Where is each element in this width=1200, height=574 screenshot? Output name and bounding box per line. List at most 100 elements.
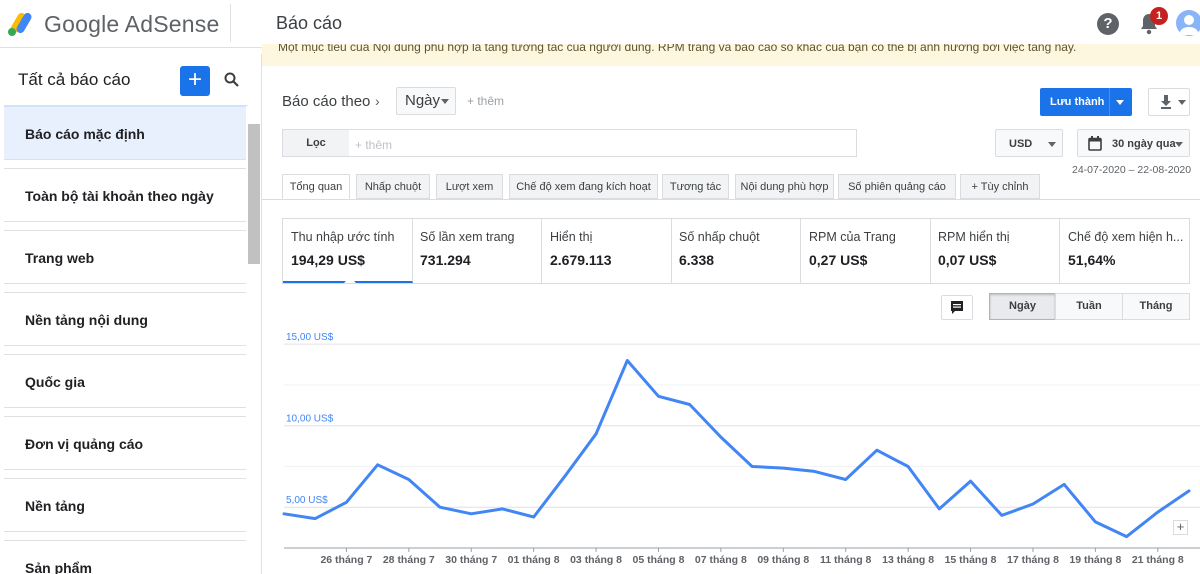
tab-clicks[interactable]: Nhấp chuột (356, 174, 430, 199)
notification-badge: 1 (1150, 7, 1168, 25)
data-point (688, 403, 691, 406)
metric-value: 194,29 US$ (291, 252, 365, 268)
period-week-button[interactable]: Tuần (1055, 293, 1123, 320)
x-tick-label: 30 tháng 7 (445, 554, 497, 566)
selected-notch (344, 277, 356, 283)
series-line (282, 359, 1191, 539)
metric-impressions[interactable]: Hiển thị 2.679.113 (542, 219, 672, 283)
data-point (1031, 502, 1035, 506)
metric-label: RPM của Trang (809, 230, 896, 244)
chevron-down-icon[interactable] (1116, 100, 1124, 105)
data-point (1094, 520, 1097, 524)
x-tick-label: 26 tháng 7 (320, 554, 372, 566)
tab-interactions[interactable]: Tương tác (662, 174, 729, 199)
metric-estimated-earnings[interactable]: Thu nhập ước tính 194,29 US$ (283, 219, 413, 283)
sidebar-scrollbar[interactable] (248, 124, 260, 264)
x-tick-label: 17 tháng 8 (1007, 554, 1059, 566)
sidebar-item-default-report[interactable]: Báo cáo mặc định (4, 106, 246, 160)
data-point (282, 512, 286, 515)
data-point (407, 478, 411, 481)
data-point (376, 463, 379, 467)
metric-active-view-viewable[interactable]: Chế độ xem hiện h... 51,64% (1060, 219, 1190, 283)
data-point (1125, 535, 1128, 538)
report-by-label: Báo cáo theo (282, 93, 371, 110)
tab-ad-sessions[interactable]: Số phiên quảng cáo (838, 174, 956, 199)
sidebar-item-platforms[interactable]: Nền tảng (4, 478, 246, 532)
period-day-button[interactable]: Ngày (989, 293, 1056, 320)
data-point (844, 478, 847, 481)
chevron-down-icon (1175, 142, 1183, 147)
data-point (657, 395, 660, 398)
report-main: Báo cáo theo › Ngày + thêm Lưu thành Lọc… (262, 66, 1200, 574)
avatar[interactable] (1176, 10, 1200, 36)
y-tick-label: 15,00 US$ (286, 332, 334, 343)
sidebar-item-ad-units[interactable]: Đơn vị quảng cáo (4, 416, 246, 470)
data-point (438, 506, 442, 509)
sidebar-item-account-by-day[interactable]: Toàn bộ tài khoản theo ngày (4, 168, 246, 222)
download-icon (1161, 95, 1186, 109)
dimension-select[interactable]: Ngày (396, 87, 456, 115)
metric-label: Chế độ xem hiện h... (1068, 230, 1184, 244)
brand-name[interactable]: Google AdSense (44, 11, 219, 38)
tab-views[interactable]: Lượt xem (436, 174, 503, 199)
metric-value: 6.338 (679, 252, 715, 268)
tab-active-view[interactable]: Chế độ xem đang kích hoạt (509, 174, 658, 199)
period-month-button[interactable]: Tháng (1122, 293, 1190, 320)
data-point (1000, 514, 1003, 517)
x-tick-label: 01 tháng 8 (508, 554, 560, 566)
filter-input[interactable]: + thêm (349, 129, 857, 157)
data-point (1062, 483, 1066, 486)
data-point (594, 432, 598, 436)
date-range-text: 24-07-2020 – 22-08-2020 (1072, 164, 1192, 176)
metric-value: 731.294 (420, 252, 471, 268)
data-point (563, 475, 567, 478)
calendar-icon (1088, 136, 1102, 151)
help-icon[interactable]: ? (1097, 13, 1119, 35)
add-report-button[interactable]: + (180, 66, 210, 96)
tab-customize[interactable]: + Tùy chỉnh (960, 174, 1040, 199)
x-tick-label: 15 tháng 8 (945, 554, 997, 566)
sidebar-item-countries[interactable]: Quốc gia (4, 354, 246, 408)
chevron-right-icon: › (375, 93, 380, 109)
data-point (719, 435, 723, 439)
sidebar-item-content-platforms[interactable]: Nền tảng nội dung (4, 292, 246, 346)
data-point (314, 517, 317, 520)
brand-divider (230, 4, 231, 42)
data-point (1187, 489, 1191, 493)
tab-overview[interactable]: Tổng quan (282, 174, 350, 199)
x-tick-label: 09 tháng 8 (757, 554, 809, 566)
metrics-strip: Thu nhập ước tính 194,29 US$ Số lần xem … (282, 218, 1190, 284)
metric-impression-rpm[interactable]: RPM hiển thị 0,07 US$ (930, 219, 1060, 283)
comment-icon (951, 301, 963, 314)
add-dimension-link[interactable]: + thêm (467, 94, 504, 108)
metric-value: 0,07 US$ (938, 252, 997, 268)
tab-matched-content[interactable]: Nội dung phù hợp (735, 174, 834, 199)
banner-text: Một mục tiêu của Nội dung phù hợp là tăn… (278, 44, 1077, 54)
earnings-line-chart: 15,00 US$ 10,00 US$ 5,00 US$ 26 tháng 7 28 t… (282, 332, 1200, 566)
save-as-button[interactable]: Lưu thành (1040, 88, 1132, 116)
currency-select[interactable]: USD (995, 129, 1063, 157)
search-icon[interactable] (222, 70, 242, 90)
x-tick-label: 07 tháng 8 (695, 554, 747, 566)
page-title: Báo cáo (276, 13, 343, 33)
sidebar-header: Tất cả báo cáo + (4, 54, 248, 106)
sidebar-item-products[interactable]: Sản phẩm (4, 540, 246, 574)
date-range-select[interactable]: 30 ngày qua (1077, 129, 1190, 157)
metric-label: Số lần xem trang (420, 230, 515, 244)
sidebar-title: Tất cả báo cáo (18, 70, 131, 89)
save-as-label: Lưu thành (1050, 96, 1105, 108)
x-tick-label: 19 tháng 8 (1069, 554, 1121, 566)
metric-page-views[interactable]: Số lần xem trang 731.294 (412, 219, 542, 283)
tabs-divider (262, 199, 1200, 200)
x-tick-label: 05 tháng 8 (633, 554, 685, 566)
sidebar-item-sites[interactable]: Trang web (4, 230, 246, 284)
metric-page-rpm[interactable]: RPM của Trang 0,27 US$ (801, 219, 931, 283)
y-tick-label: 5,00 US$ (286, 495, 328, 506)
dimension-value: Ngày (405, 92, 441, 109)
download-button[interactable] (1148, 88, 1190, 116)
zoom-in-button[interactable]: + (1173, 520, 1188, 535)
filter-button[interactable]: Lọc (282, 129, 350, 157)
data-point (1156, 510, 1159, 514)
annotation-button[interactable] (941, 295, 973, 320)
metric-clicks[interactable]: Số nhấp chuột 6.338 (671, 219, 801, 283)
